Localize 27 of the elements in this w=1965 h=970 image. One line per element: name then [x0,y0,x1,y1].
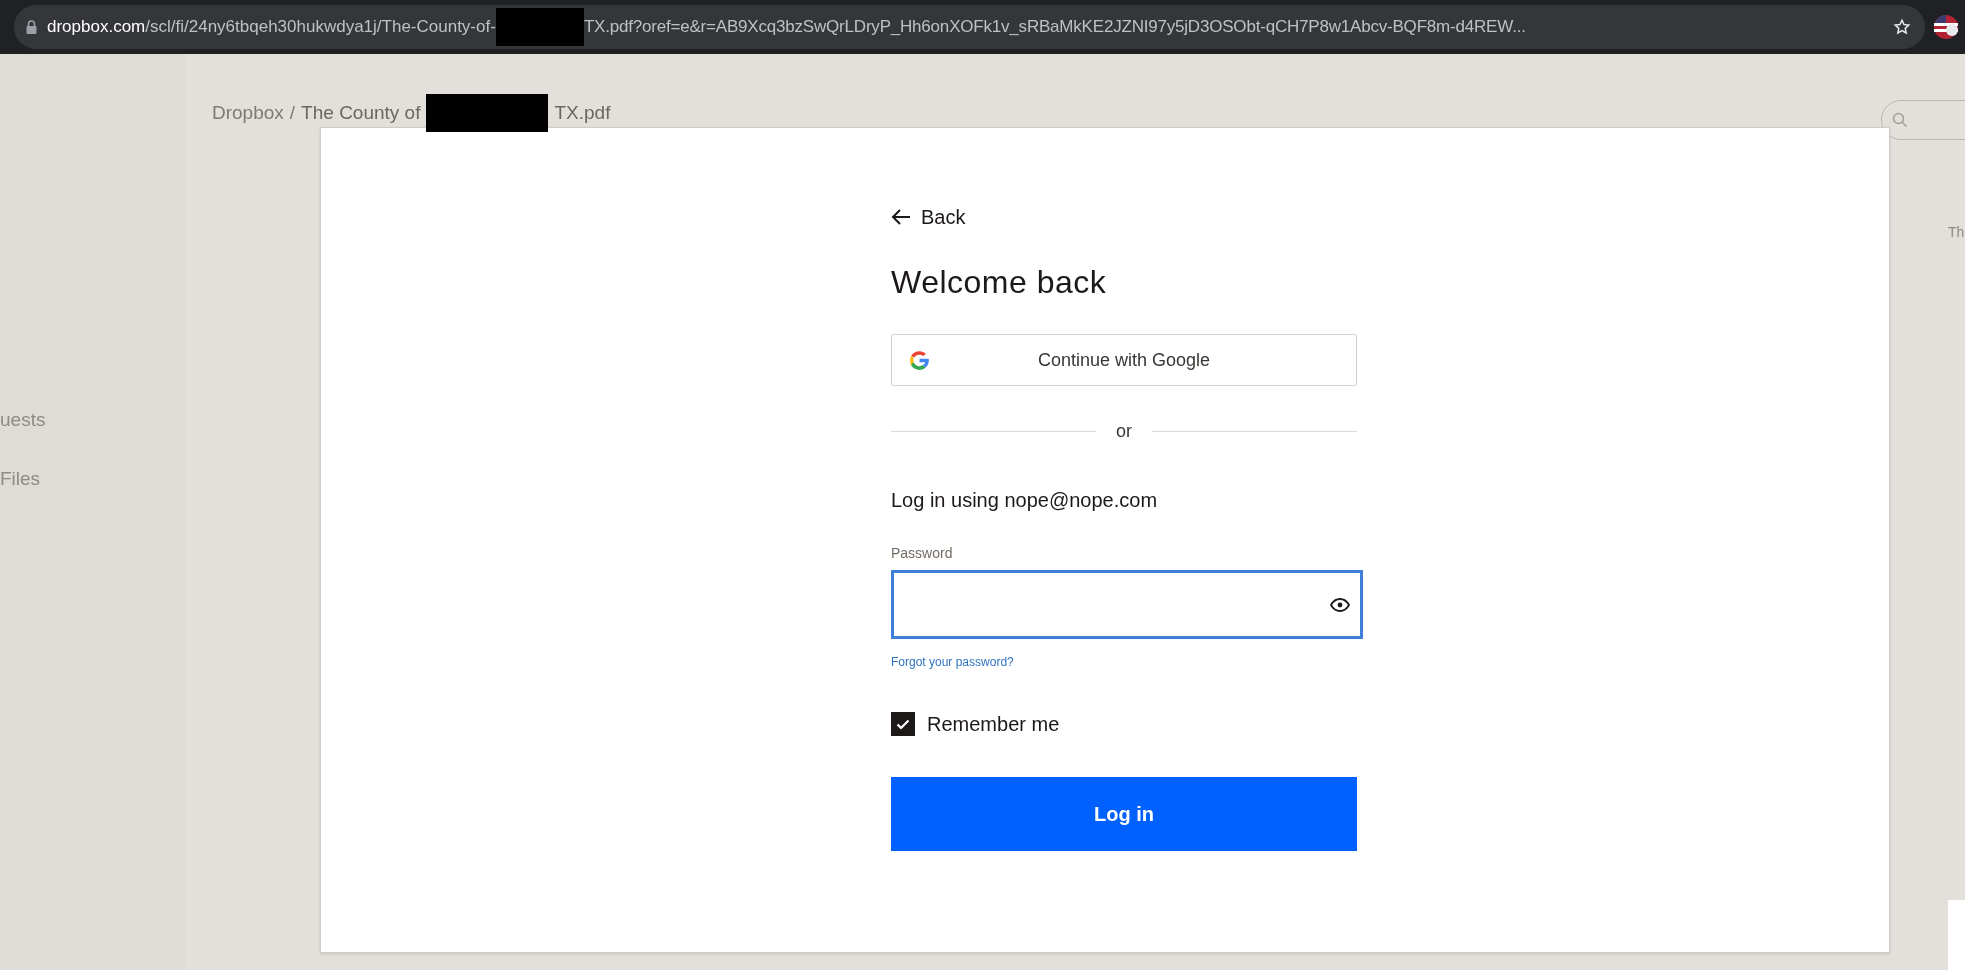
checkbox[interactable] [891,712,915,736]
page-title: Welcome back [891,263,1108,302]
breadcrumb-root[interactable]: Dropbox [212,98,284,128]
star-icon[interactable] [1893,18,1911,36]
url-query: TX.pdf?oref=e&r=AB9Xcq3bzSwQrLDryP_Hh6onXOFk1v_sRBaMkKE2JZNI97y5jD3OSObt-qCH7P8w1Abcv-BQF8m-d4REW... [583,16,1526,39]
profile-avatar-icon[interactable] [1933,14,1959,40]
login-button[interactable]: Log in [891,777,1357,851]
address-bar[interactable]: dropbox.com/scl/fi/24ny6tbqeh30hukwdya1j/The-County-of- TX.pdf?oref=e&r=AB9Xcq3bzSwQrLDryP_Hh6onXOFk1v_sRBaMkKE2JZNI97y5jD3OSObt-qCH7P8w1Abcv-BQF8m-d4REW... [14,5,1925,49]
divider-text: or [1116,420,1132,443]
panel-text: Th [1948,223,1965,242]
eye-icon[interactable] [1330,597,1350,612]
breadcrumb-separator: / [289,100,296,125]
arrow-left-icon [891,208,911,226]
google-signin-button[interactable]: Continue with Google [891,334,1357,386]
checkbox-label: Remember me [927,712,1060,737]
url-path: /scl/fi/24ny6tbqeh30hukwdya1j/The-County-of- [145,16,496,39]
breadcrumb-file: TX.pdf [554,100,611,125]
checkmark-icon [896,718,910,730]
forgot-password-link[interactable]: Forgot your password? [891,653,1014,671]
field-label: Password [891,544,954,563]
account-text: Log in using nope@nope.com [891,488,1159,513]
back-link[interactable]: Back [891,202,966,232]
password-field[interactable] [891,570,1363,639]
breadcrumb-file: The County of [301,100,421,125]
search-icon [1892,112,1908,128]
lock-icon [26,20,37,34]
url-domain: dropbox.com [47,16,146,39]
